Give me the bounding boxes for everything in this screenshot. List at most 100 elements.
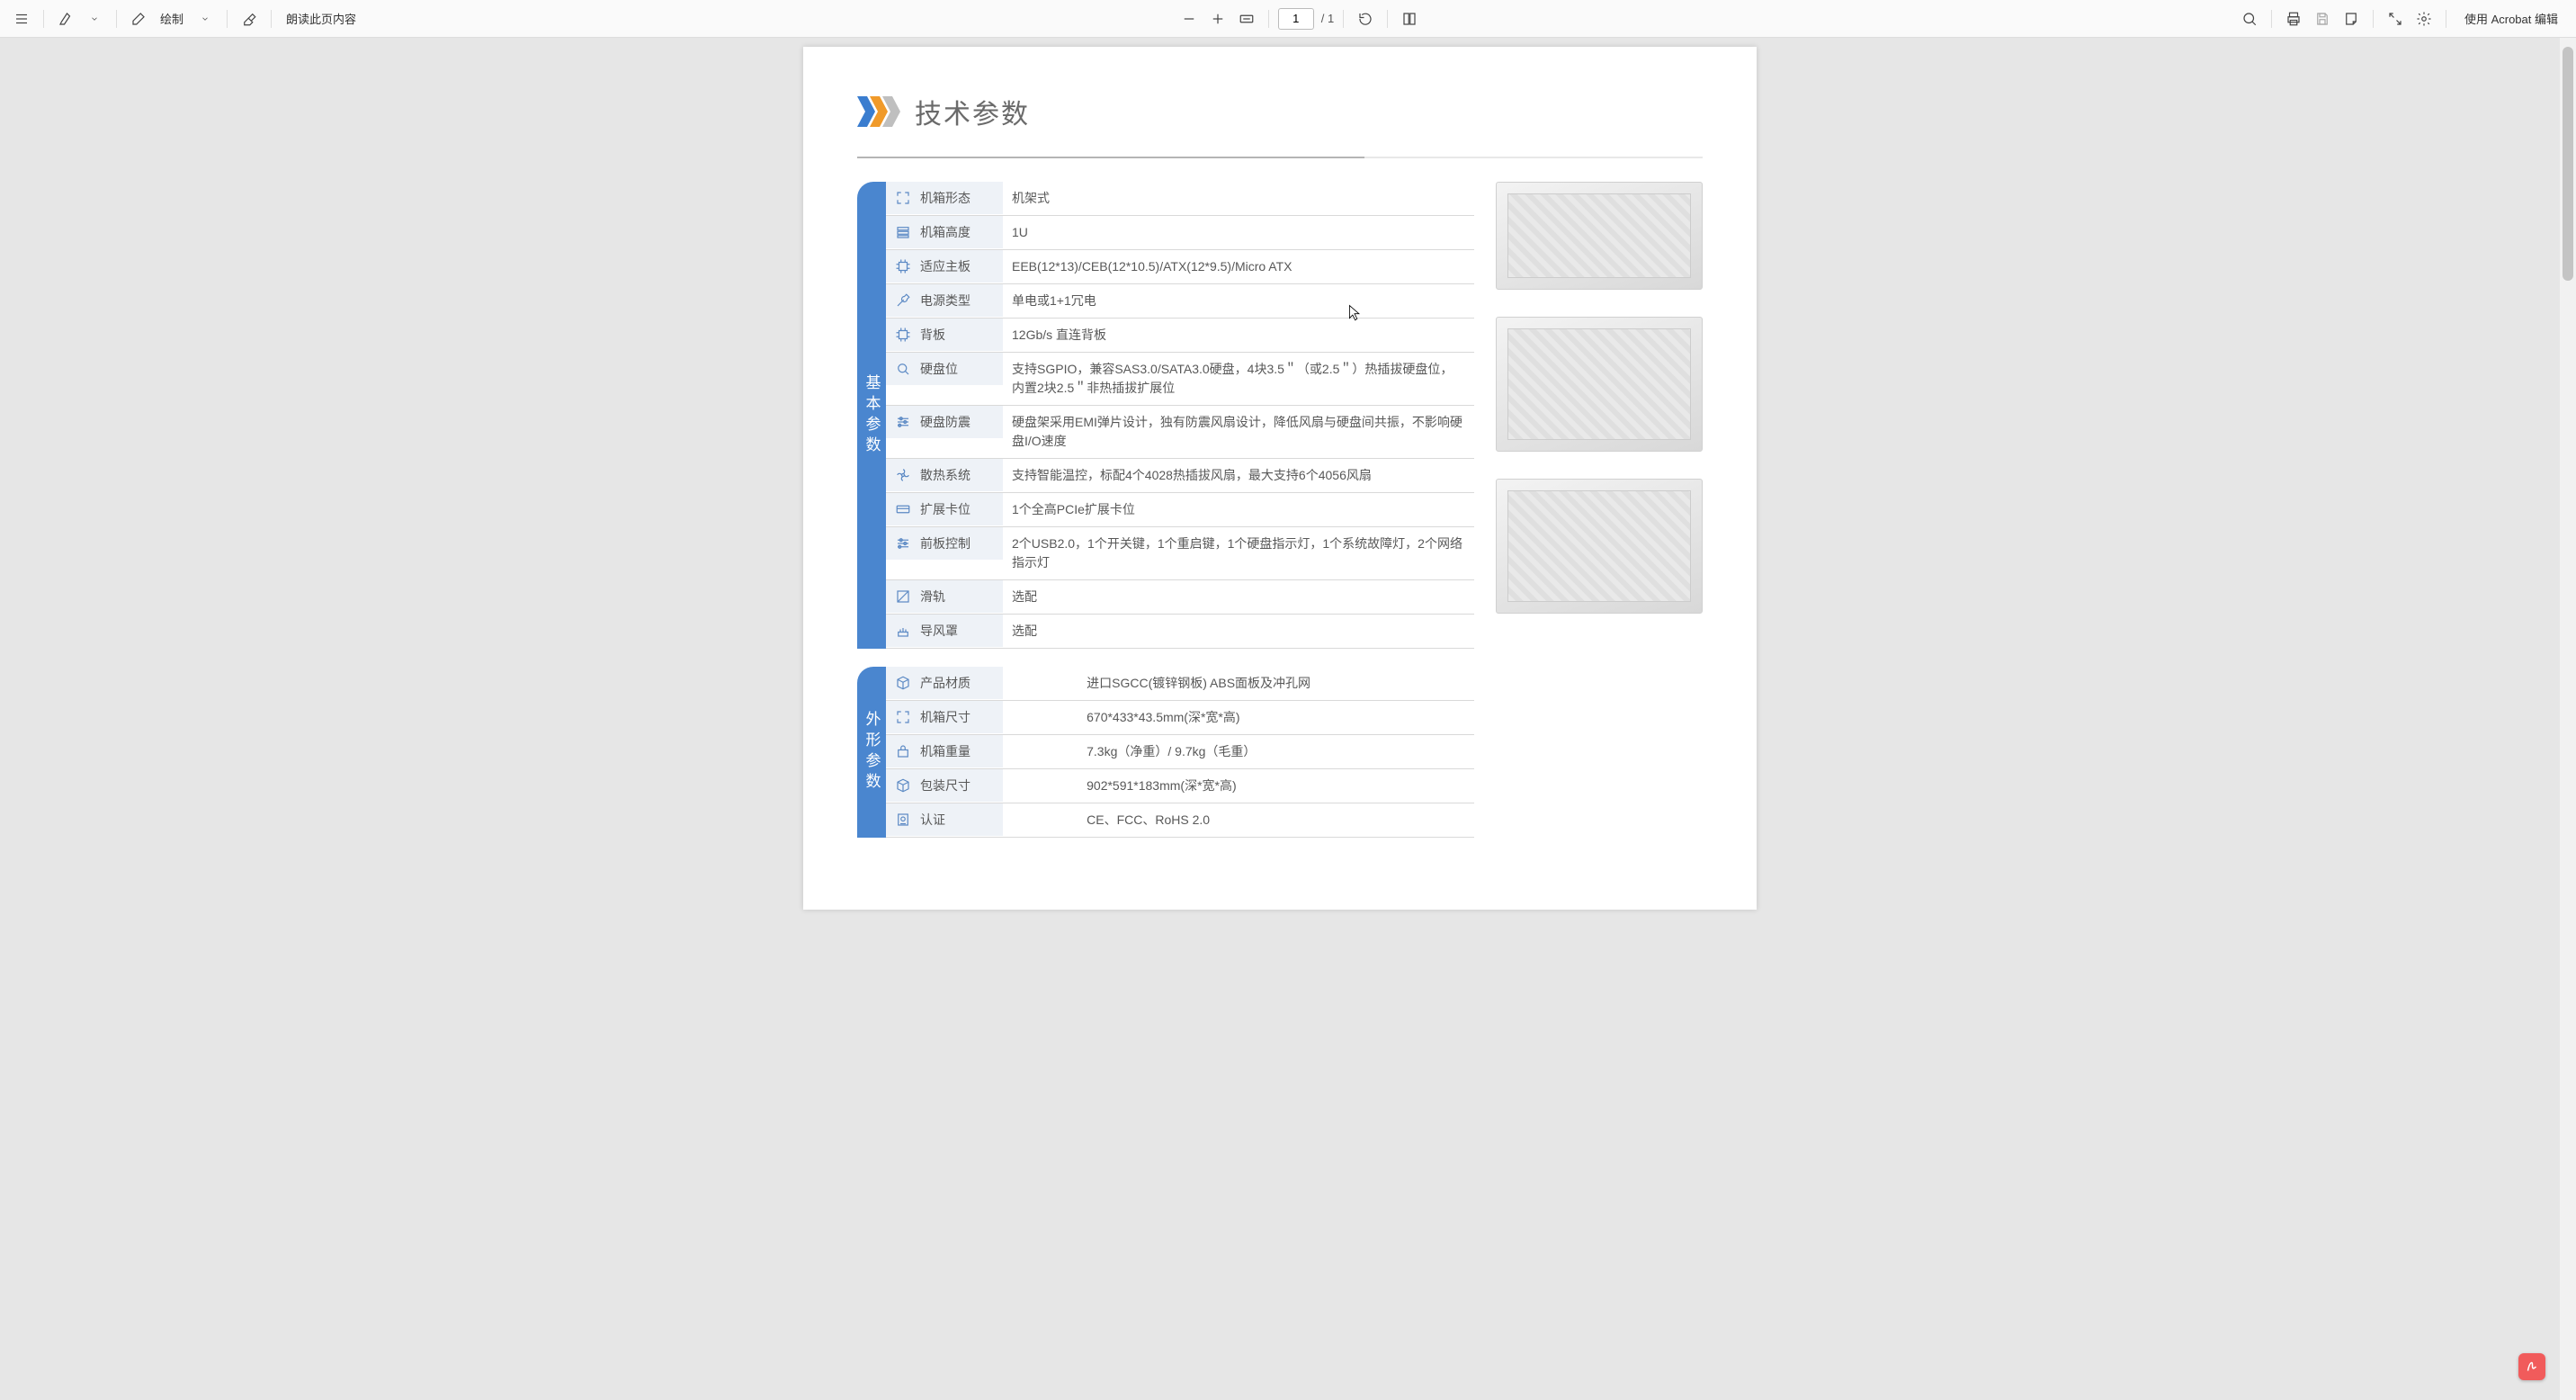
pen-button[interactable]	[126, 6, 151, 31]
product-image-top-open	[1496, 479, 1703, 614]
read-aloud-button[interactable]: 朗读此页内容	[281, 10, 362, 27]
eraser-icon	[241, 11, 257, 27]
page-view-button[interactable]	[1397, 6, 1422, 31]
page-number-input[interactable]	[1278, 8, 1314, 30]
rotate-button[interactable]	[1353, 6, 1378, 31]
minus-icon	[1181, 11, 1197, 27]
spec-row: 硬盘位 支持SGPIO，兼容SAS3.0/SATA3.0硬盘，4块3.5＂（或2.…	[886, 353, 1474, 406]
spec-label-cell: 适应主板	[886, 250, 1003, 283]
note-icon	[2343, 11, 2359, 27]
spec-label-cell: 背板	[886, 319, 1003, 352]
separator	[1268, 10, 1269, 28]
spec-row: 导风罩选配	[886, 615, 1474, 649]
spec-row: 电源类型 单电或1+1冗电	[886, 284, 1474, 319]
pen-icon	[130, 11, 147, 27]
spec-section: 基本参数 机箱形态 机架式机箱高度1U 适应主板 EEB(12*13)/CEB(12*1…	[857, 182, 1474, 649]
fullscreen-button[interactable]	[2383, 6, 2408, 31]
weight-icon	[895, 743, 911, 759]
spec-label-cell: 认证	[886, 803, 1003, 837]
spec-row: 前板控制2个USB2.0，1个开关键，1个重启键，1个硬盘指示灯，1个系统故障灯…	[886, 527, 1474, 580]
spec-table: 产品材质进口SGCC(镀锌钢板) ABS面板及冲孔网机箱尺寸670*433*43…	[886, 667, 1474, 838]
product-images-column	[1496, 182, 1703, 856]
highlighter-dropdown[interactable]	[82, 6, 107, 31]
separator	[43, 10, 44, 28]
zoom-in-button[interactable]	[1205, 6, 1230, 31]
spec-value-cell: 硬盘架采用EMI弹片设计，独有防震风扇设计，降低风扇与硬盘间共振，不影响硬盘I/…	[1003, 406, 1474, 459]
save-icon	[2314, 11, 2330, 27]
save-button[interactable]	[2310, 6, 2335, 31]
plus-icon	[1210, 11, 1226, 27]
title-underline	[857, 157, 1703, 158]
spec-label: 硬盘防震	[920, 413, 970, 431]
layers-icon	[895, 224, 911, 240]
spec-row: 机箱重量7.3kg（净重）/ 9.7kg（毛重）	[886, 735, 1474, 769]
spec-row: 散热系统 支持智能温控，标配4个4028热插拔风扇，最大支持6个4056风扇	[886, 459, 1474, 493]
acrobat-badge-icon[interactable]	[2518, 1353, 2545, 1380]
annotations-button[interactable]	[2339, 6, 2364, 31]
page-total-label: / 1	[1321, 12, 1334, 25]
print-button[interactable]	[2281, 6, 2306, 31]
spec-label: 扩展卡位	[920, 500, 970, 518]
edit-in-acrobat-button[interactable]: 使用 Acrobat 编辑	[2455, 6, 2567, 31]
spec-label: 机箱形态	[920, 189, 970, 207]
fit-width-button[interactable]	[1234, 6, 1259, 31]
spec-label: 机箱尺寸	[920, 708, 970, 726]
spec-label-cell: 硬盘防震	[886, 406, 1003, 439]
spec-value-cell: 机架式	[1003, 182, 1474, 216]
search-button[interactable]	[2237, 6, 2262, 31]
separator	[1387, 10, 1388, 28]
spec-value-cell: 支持SGPIO，兼容SAS3.0/SATA3.0硬盘，4块3.5＂（或2.5＂）…	[1003, 353, 1474, 406]
spec-value-cell: 2个USB2.0，1个开关键，1个重启键，1个硬盘指示灯，1个系统故障灯，2个网…	[1003, 527, 1474, 580]
spec-label-cell: 机箱高度	[886, 216, 1003, 249]
search-icon	[895, 361, 911, 377]
spec-label: 滑轨	[920, 588, 945, 606]
document-viewport[interactable]: 技术参数 基本参数 机箱形态 机架式机箱高度1U 适应主板 EEB(12*13)/CEB…	[0, 38, 2560, 1400]
sliders-icon	[895, 535, 911, 552]
expand-icon	[895, 190, 911, 206]
spec-label-cell: 前板控制	[886, 527, 1003, 561]
spec-value-cell: CE、FCC、RoHS 2.0	[1078, 803, 1474, 838]
spec-label: 硬盘位	[920, 360, 958, 378]
spec-value-cell: 1个全高PCIe扩展卡位	[1003, 493, 1474, 527]
settings-button[interactable]	[2411, 6, 2437, 31]
spec-value-cell: 选配	[1003, 615, 1474, 649]
spec-label: 适应主板	[920, 257, 970, 275]
eraser-button[interactable]	[237, 6, 262, 31]
outline-button[interactable]	[9, 6, 34, 31]
spec-value-cell: 进口SGCC(镀锌钢板) ABS面板及冲孔网	[1078, 667, 1474, 701]
spec-row: 硬盘防震 硬盘架采用EMI弹片设计，独有防震风扇设计，降低风扇与硬盘间共振，不影响…	[886, 406, 1474, 459]
chevron-down-icon	[201, 14, 210, 23]
spec-value-cell: 12Gb/s 直连背板	[1003, 319, 1474, 353]
spec-row: 包装尺寸902*591*183mm(深*宽*高)	[886, 769, 1474, 803]
spec-label-cell: 电源类型	[886, 284, 1003, 318]
section-title-row: 技术参数	[857, 92, 1703, 131]
highlighter-icon	[58, 11, 74, 27]
spec-label: 电源类型	[920, 292, 970, 310]
spec-value-cell: EEB(12*13)/CEB(12*10.5)/ATX(12*9.5)/Micr…	[1003, 250, 1474, 284]
spec-label-cell: 机箱尺寸	[886, 701, 1003, 734]
spec-label-cell: 扩展卡位	[886, 493, 1003, 526]
page-view-icon	[1401, 11, 1418, 27]
spec-label-cell: 包装尺寸	[886, 769, 1003, 803]
spec-row: 机箱高度1U	[886, 216, 1474, 250]
category-label: 基本参数	[857, 182, 886, 649]
zoom-out-button[interactable]	[1176, 6, 1202, 31]
spec-value-cell: 支持智能温控，标配4个4028热插拔风扇，最大支持6个4056风扇	[1003, 459, 1474, 493]
chip-icon	[895, 327, 911, 343]
spec-value-cell: 单电或1+1冗电	[1003, 284, 1474, 319]
draw-dropdown[interactable]	[192, 6, 218, 31]
draw-label[interactable]: 绘制	[155, 10, 189, 27]
spec-label: 产品材质	[920, 674, 970, 692]
pdf-page: 技术参数 基本参数 机箱形态 机架式机箱高度1U 适应主板 EEB(12*13)/CEB…	[803, 47, 1757, 910]
separator	[271, 10, 272, 28]
vertical-scrollbar[interactable]	[2560, 38, 2576, 1400]
scrollbar-thumb[interactable]	[2563, 47, 2573, 281]
spec-label-cell: 散热系统	[886, 459, 1003, 492]
rotate-icon	[1357, 11, 1373, 27]
section-title: 技术参数	[915, 92, 1030, 131]
spec-label: 散热系统	[920, 466, 970, 484]
highlighter-button[interactable]	[53, 6, 78, 31]
pdf-toolbar: 绘制 朗读此页内容 / 1	[0, 0, 2576, 38]
spec-label-cell: 滑轨	[886, 580, 1003, 614]
spec-label-cell: 机箱形态	[886, 182, 1003, 215]
